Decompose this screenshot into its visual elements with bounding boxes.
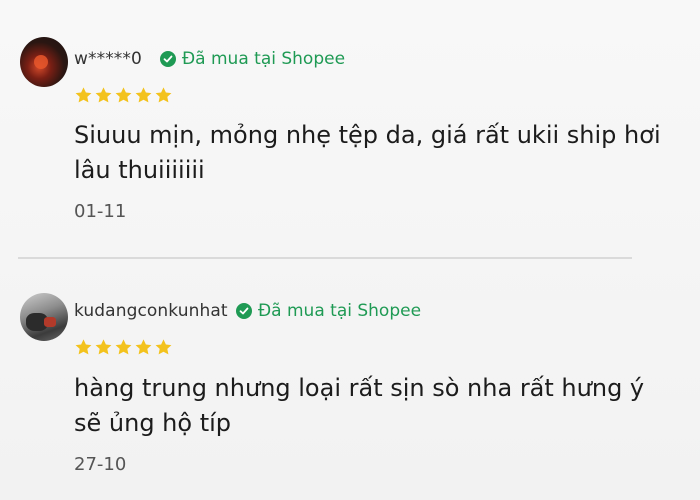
- reviewer-username[interactable]: kudangconkunhat: [74, 301, 228, 321]
- star-rating: [74, 86, 173, 105]
- check-circle-icon: [236, 303, 252, 319]
- verified-purchase-badge: Đã mua tại Shopee: [160, 49, 345, 69]
- review-divider: [18, 257, 632, 259]
- verified-label: Đã mua tại Shopee: [182, 49, 346, 69]
- star-icon: [114, 86, 133, 105]
- avatar[interactable]: [20, 37, 68, 87]
- star-icon: [134, 86, 153, 105]
- reviewer-username[interactable]: w*****0: [74, 49, 142, 69]
- star-rating: [74, 338, 173, 357]
- review-comment: Siuuu mịn, mỏng nhẹ tệp da, giá rất ukii…: [74, 121, 661, 184]
- star-icon: [114, 338, 133, 357]
- check-circle-icon: [160, 51, 176, 67]
- review-item: kudangconkunhat Đã mua tại Shopee hàng t…: [0, 260, 700, 500]
- review-date: 01-11: [74, 201, 127, 222]
- star-icon: [154, 338, 173, 357]
- star-icon: [94, 338, 113, 357]
- star-icon: [154, 86, 173, 105]
- star-icon: [74, 86, 93, 105]
- star-icon: [74, 338, 93, 357]
- review-list: w*****0 Đã mua tại Shopee Siuuu mịn, mỏn…: [0, 0, 700, 500]
- review-item: w*****0 Đã mua tại Shopee Siuuu mịn, mỏn…: [0, 0, 700, 258]
- verified-purchase-badge: Đã mua tại Shopee: [236, 301, 421, 321]
- review-comment: hàng trung nhưng loại rất sịn sò nha rất…: [74, 374, 645, 437]
- star-icon: [94, 86, 113, 105]
- review-date: 27-10: [74, 454, 127, 475]
- verified-label: Đã mua tại Shopee: [258, 301, 422, 321]
- avatar[interactable]: [20, 293, 68, 341]
- star-icon: [134, 338, 153, 357]
